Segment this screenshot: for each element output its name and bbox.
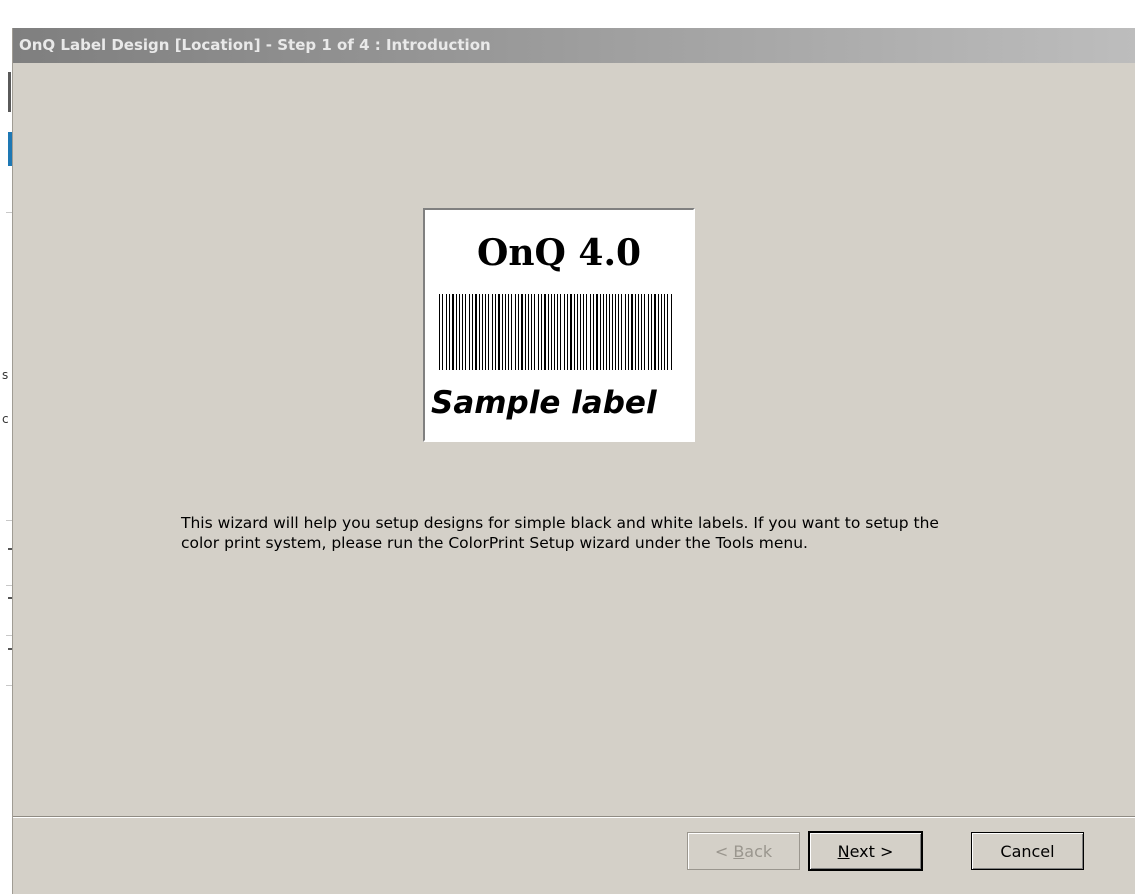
button-separator-highlight [13, 817, 1135, 818]
back-button-prefix: < [714, 841, 734, 861]
cancel-button[interactable]: Cancel [971, 832, 1084, 870]
next-button[interactable]: Next > [808, 831, 923, 871]
intro-text: This wizard will help you setup designs … [181, 514, 939, 552]
label-heading: OnQ 4.0 [476, 232, 642, 274]
back-button[interactable]: < Back [687, 832, 800, 870]
back-button-label: ack [744, 841, 773, 861]
sample-label-image: OnQ 4.0 Sample label [423, 208, 695, 442]
cancel-button-label: Cancel [1000, 841, 1055, 861]
title-bar[interactable]: OnQ Label Design [Location] - Step 1 of … [13, 28, 1135, 63]
next-button-accelerator: N [837, 841, 850, 861]
label-footer: Sample label [431, 385, 657, 421]
background-window: s c [0, 0, 12, 894]
background-control [8, 72, 11, 112]
background-text: c [2, 412, 9, 426]
barcode-icon [439, 294, 672, 370]
wizard-dialog: OnQ Label Design [Location] - Step 1 of … [12, 28, 1135, 894]
back-button-accelerator: B [733, 841, 745, 861]
window-title: OnQ Label Design [Location] - Step 1 of … [19, 36, 491, 54]
background-text: s [2, 368, 9, 382]
next-button-label: ext > [849, 841, 894, 861]
